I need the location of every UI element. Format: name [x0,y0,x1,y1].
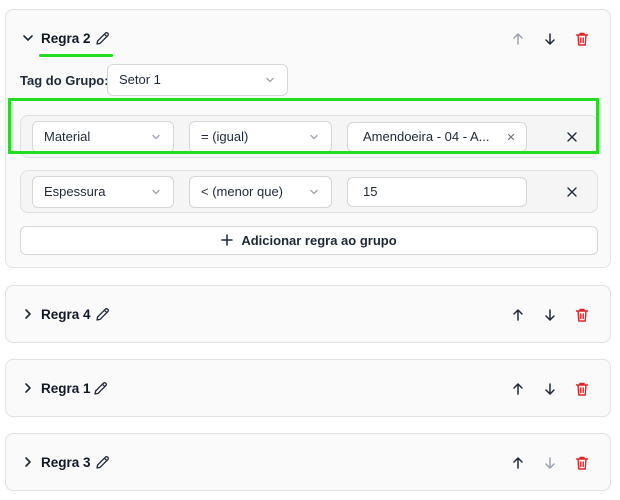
group-tag-select[interactable]: Setor 1 [107,64,288,96]
trash-icon[interactable] [573,30,591,48]
rule-title: Regra 3 [41,455,91,470]
chevron-down-icon [266,77,274,83]
trash-icon[interactable] [573,380,591,398]
group-tag-label: Tag do Grupo: [20,73,109,88]
arrow-up-icon[interactable] [509,306,527,324]
condition-highlight-box [8,98,599,154]
arrow-up-icon[interactable] [509,30,527,48]
rule-header: Regra 2 [6,10,610,68]
pencil-icon[interactable] [94,454,111,471]
arrow-down-icon[interactable] [541,30,559,48]
trash-icon[interactable] [573,306,591,324]
operator-value: < (menor que) [201,184,284,199]
pencil-icon[interactable] [94,306,111,323]
chevron-right-icon[interactable] [21,381,35,395]
rule-title: Regra 2 [41,31,91,46]
rule-title: Regra 1 [41,381,91,396]
chevron-right-icon[interactable] [21,455,35,469]
group-tag-value: Setor 1 [119,72,161,87]
chevron-down-icon [310,189,318,195]
chevron-down-icon [152,189,160,195]
rule-title: Regra 4 [41,307,91,322]
value-input[interactable]: 15 [347,177,527,207]
field-value: Espessura [44,184,106,199]
pencil-icon[interactable] [92,380,109,397]
rule-card-regra-1: Regra 1 [5,359,611,417]
rule-card-regra-4: Regra 4 [5,285,611,343]
arrow-up-icon[interactable] [509,380,527,398]
trash-icon[interactable] [573,454,591,472]
x-icon[interactable] [565,185,579,199]
add-rule-to-group-button[interactable]: Adicionar regra ao grupo [20,226,598,255]
arrow-up-icon[interactable] [509,454,527,472]
arrow-down-icon[interactable] [541,306,559,324]
value-text: 15 [363,184,378,199]
chevron-right-icon[interactable] [21,307,35,321]
arrow-down-icon[interactable] [541,454,559,472]
arrow-down-icon[interactable] [541,380,559,398]
condition-row: Espessura < (menor que) 15 [20,170,598,213]
plus-icon [221,234,234,246]
title-highlight-underline [39,54,113,57]
pencil-icon[interactable] [94,30,111,47]
rule-card-regra-3: Regra 3 [5,433,611,491]
rule-header: Regra 1 [6,360,610,418]
operator-select[interactable]: < (menor que) [189,176,332,208]
add-rule-label: Adicionar regra ao grupo [241,233,397,248]
field-select[interactable]: Espessura [32,176,174,208]
chevron-down-icon[interactable] [21,31,35,45]
rule-header: Regra 4 [6,286,610,344]
rule-header: Regra 3 [6,434,610,492]
